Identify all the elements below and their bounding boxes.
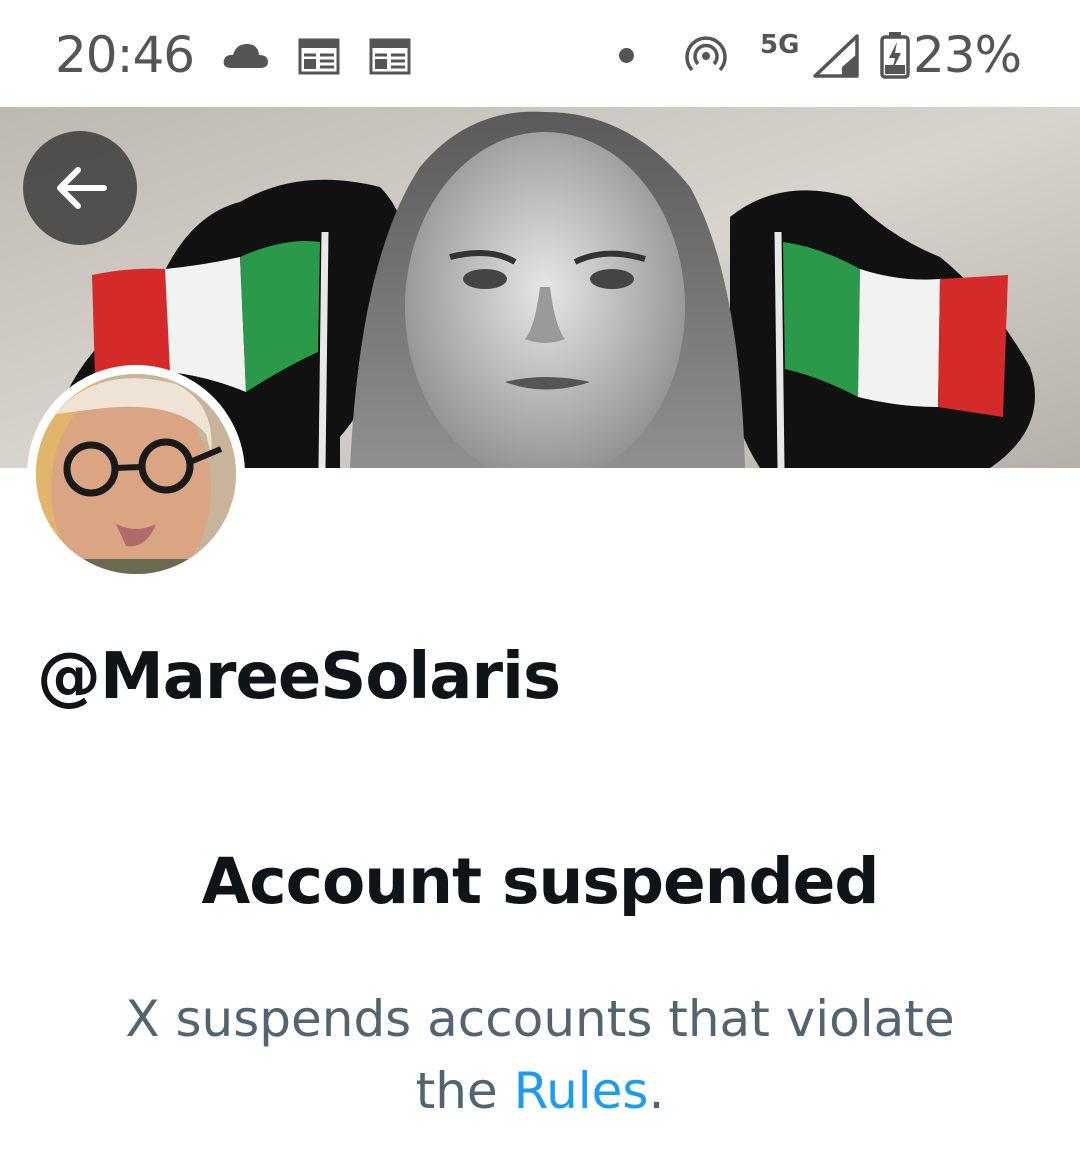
suspension-message: X suspends accounts that violate the Rul… [80,983,1000,1127]
suspension-message-period: . [648,1062,665,1120]
battery-charging-icon [880,31,910,83]
calendar-icon [298,37,340,79]
battery-percent: 23% [913,26,1022,84]
status-bar: 20:46 5G 23% [0,0,1080,107]
signal-icon [812,34,860,82]
network-type: 5G [760,30,800,60]
avatar[interactable] [27,365,245,583]
back-button[interactable] [23,131,137,245]
calendar-icon [369,37,411,79]
profile-handle: @MareeSolaris [37,640,561,714]
rules-link[interactable]: Rules [514,1062,649,1120]
suspension-title: Account suspended [201,845,880,918]
hotspot-icon [684,34,728,80]
clock: 20:46 [55,26,195,84]
avatar-image [36,374,236,574]
notification-dot-icon [619,48,634,63]
cloud-icon [222,40,270,74]
arrow-left-icon [57,167,107,209]
